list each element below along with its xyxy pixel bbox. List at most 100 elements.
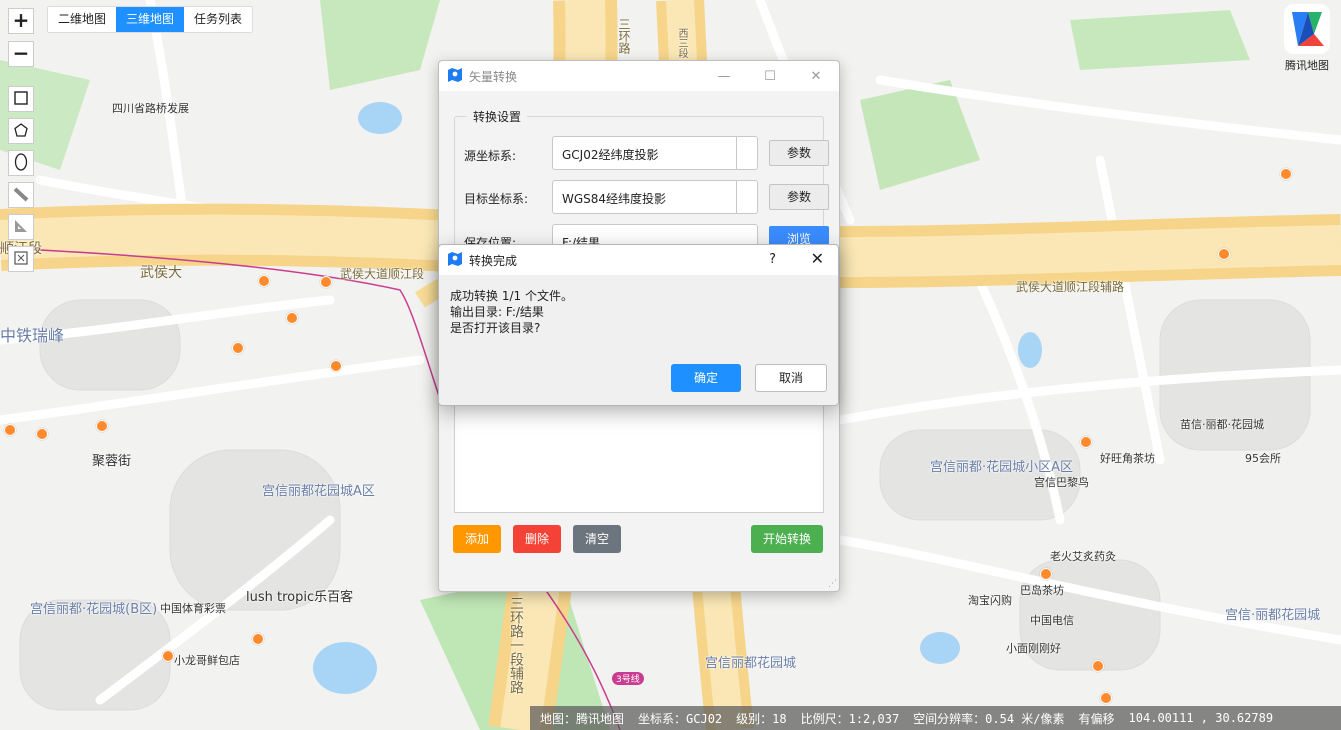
minimize-icon: — — [717, 68, 731, 84]
poi-marker[interactable] — [162, 650, 174, 662]
source-crs-label: 源坐标系: — [464, 149, 517, 163]
source-param-button[interactable]: 参数 — [769, 140, 829, 166]
ok-button[interactable]: 确定 — [671, 364, 741, 392]
measure-area-tool[interactable] — [8, 214, 34, 240]
map-status-bar: 地图：腾讯地图 坐标系：GCJ02 级别：18 比例尺：1:2,037 空间分辨… — [530, 706, 1341, 730]
message-titlebar[interactable]: 转换完成 — [439, 245, 838, 275]
poi-marker[interactable] — [1040, 568, 1052, 580]
ruler-icon — [13, 186, 29, 205]
poi-marker[interactable] — [4, 424, 16, 436]
poi-marker[interactable] — [1280, 168, 1292, 180]
cancel-button[interactable]: 取消 — [755, 364, 827, 392]
map-label-poi: 苗信·丽都·花园城 — [1180, 418, 1264, 431]
target-crs-select[interactable]: WGS84经纬度投影 — [552, 180, 758, 214]
map-label-street: 聚蓉街 — [92, 454, 132, 469]
rectangle-icon — [14, 90, 28, 108]
tencent-map-logo-icon — [1284, 4, 1330, 54]
poi-marker[interactable] — [96, 420, 108, 432]
map-app-icon — [447, 251, 463, 270]
status-coordinates: 104.00111 , 30.62789 — [1128, 711, 1274, 725]
poi-marker[interactable] — [330, 360, 342, 372]
map-label-poi: 小面刚刚好 — [1006, 642, 1061, 655]
map-label-poi: lush tropic乐百客 — [246, 590, 354, 605]
delete-button[interactable]: 删除 — [513, 525, 561, 553]
add-button[interactable]: 添加 — [453, 525, 501, 553]
map-label-poi: 四川省路桥发展 — [112, 102, 189, 115]
draw-rectangle-tool[interactable] — [8, 86, 34, 112]
poi-marker[interactable] — [232, 342, 244, 354]
zoom-out-button[interactable]: − — [8, 41, 34, 67]
draw-polygon-tool[interactable] — [8, 118, 34, 144]
poi-marker[interactable] — [252, 633, 264, 645]
close-icon: ✕ — [810, 68, 822, 84]
help-button[interactable]: ? — [769, 252, 776, 267]
map-label-poi: 宫信巴黎鸟 — [1034, 476, 1089, 489]
poi-marker[interactable] — [1092, 660, 1104, 672]
logo-text: 腾讯地图 — [1285, 59, 1329, 72]
map-label-area: 宫信丽都花园城 — [705, 656, 797, 671]
clear-drawing-tool[interactable] — [8, 246, 34, 272]
map-label-road: 武侯大道顺江段辅路 — [1016, 280, 1125, 294]
tab-task-list[interactable]: 任务列表 — [184, 7, 252, 32]
status-crs: 坐标系：GCJ02 — [638, 711, 723, 726]
map-label-road: 三环路 — [617, 18, 631, 54]
conversion-complete-dialog: 转换完成 ? ✕ 成功转换 1/1 个文件。 输出目录: F:/结果 是否打开该… — [438, 244, 839, 406]
dialog-title: 矢量转换 — [469, 69, 518, 84]
poi-marker[interactable] — [1100, 692, 1112, 704]
clear-button[interactable]: 清空 — [573, 525, 621, 553]
map-label-poi: 巴岛茶坊 — [1020, 584, 1064, 597]
tencent-map-logo: 腾讯地图 — [1279, 4, 1335, 73]
message-title: 转换完成 — [469, 253, 518, 268]
map-label-road: 武侯大 — [140, 265, 182, 281]
map-label-area: 宫信·丽都花园城 — [1225, 608, 1321, 623]
clear-box-icon — [14, 250, 28, 268]
poi-marker[interactable] — [320, 276, 332, 288]
map-label-area: 宫信丽都·花园城小区A区 — [930, 460, 1074, 475]
status-offset: 有偏移 — [1078, 711, 1115, 726]
message-close-button[interactable]: ✕ — [811, 249, 824, 268]
draw-ellipse-tool[interactable] — [8, 150, 34, 176]
source-crs-select[interactable]: GCJ02经纬度投影 — [552, 136, 758, 170]
metro-badge: 3号线 — [612, 672, 644, 685]
map-label-area: 宫信丽都·花园城(B区) — [30, 602, 158, 617]
source-crs-value: GCJ02经纬度投影 — [562, 148, 659, 162]
tab-2d-map[interactable]: 二维地图 — [48, 7, 116, 32]
status-source: 地图：腾讯地图 — [540, 711, 625, 726]
file-list[interactable] — [454, 391, 824, 513]
group-title: 转换设置 — [467, 108, 528, 125]
poi-marker[interactable] — [1218, 248, 1230, 260]
minimize-button[interactable]: — — [701, 61, 747, 91]
message-body: 成功转换 1/1 个文件。 输出目录: F:/结果 是否打开该目录? — [450, 288, 573, 336]
resize-grip-icon[interactable]: ⋰ — [828, 579, 837, 589]
map-label-area: 宫信丽都花园城A区 — [262, 484, 375, 499]
target-param-button[interactable]: 参数 — [769, 184, 829, 210]
poi-marker[interactable] — [36, 428, 48, 440]
measure-distance-tool[interactable] — [8, 182, 34, 208]
map-label-road: 三环路一段辅路 — [508, 596, 524, 694]
message-line-output-dir: 输出目录: F:/结果 — [450, 305, 544, 319]
message-line-result: 成功转换 1/1 个文件。 — [450, 289, 573, 303]
map-label-poi: 淘宝闪购 — [968, 594, 1012, 607]
close-button[interactable]: ✕ — [793, 61, 839, 91]
poi-marker[interactable] — [1080, 436, 1092, 448]
tab-3d-map[interactable]: 三维地图 — [116, 7, 185, 32]
map-label-poi: 老火艾炙药灸 — [1050, 550, 1116, 563]
status-level: 级别：18 — [736, 711, 787, 726]
poi-marker[interactable] — [258, 275, 270, 287]
status-scale: 比例尺：1:2,037 — [800, 711, 900, 726]
start-conversion-button[interactable]: 开始转换 — [751, 525, 823, 553]
poi-marker[interactable] — [286, 312, 298, 324]
maximize-icon: ☐ — [764, 68, 776, 84]
map-label-poi: 好旺角茶坊 — [1100, 452, 1155, 465]
target-crs-label: 目标坐标系: — [464, 192, 529, 206]
maximize-button[interactable]: ☐ — [747, 61, 793, 91]
dialog-titlebar[interactable]: 矢量转换 — ☐ ✕ — [439, 61, 839, 91]
status-resolution: 空间分辨率：0.54 米/像素 — [913, 711, 1065, 726]
map-label-poi: 中国电信 — [1030, 614, 1074, 627]
triangle-ruler-icon — [13, 218, 29, 237]
map-label-poi: 95会所 — [1245, 452, 1281, 465]
map-app-icon — [447, 67, 463, 86]
zoom-in-button[interactable]: + — [8, 8, 34, 34]
target-crs-value: WGS84经纬度投影 — [562, 192, 667, 206]
ellipse-icon — [14, 152, 28, 174]
